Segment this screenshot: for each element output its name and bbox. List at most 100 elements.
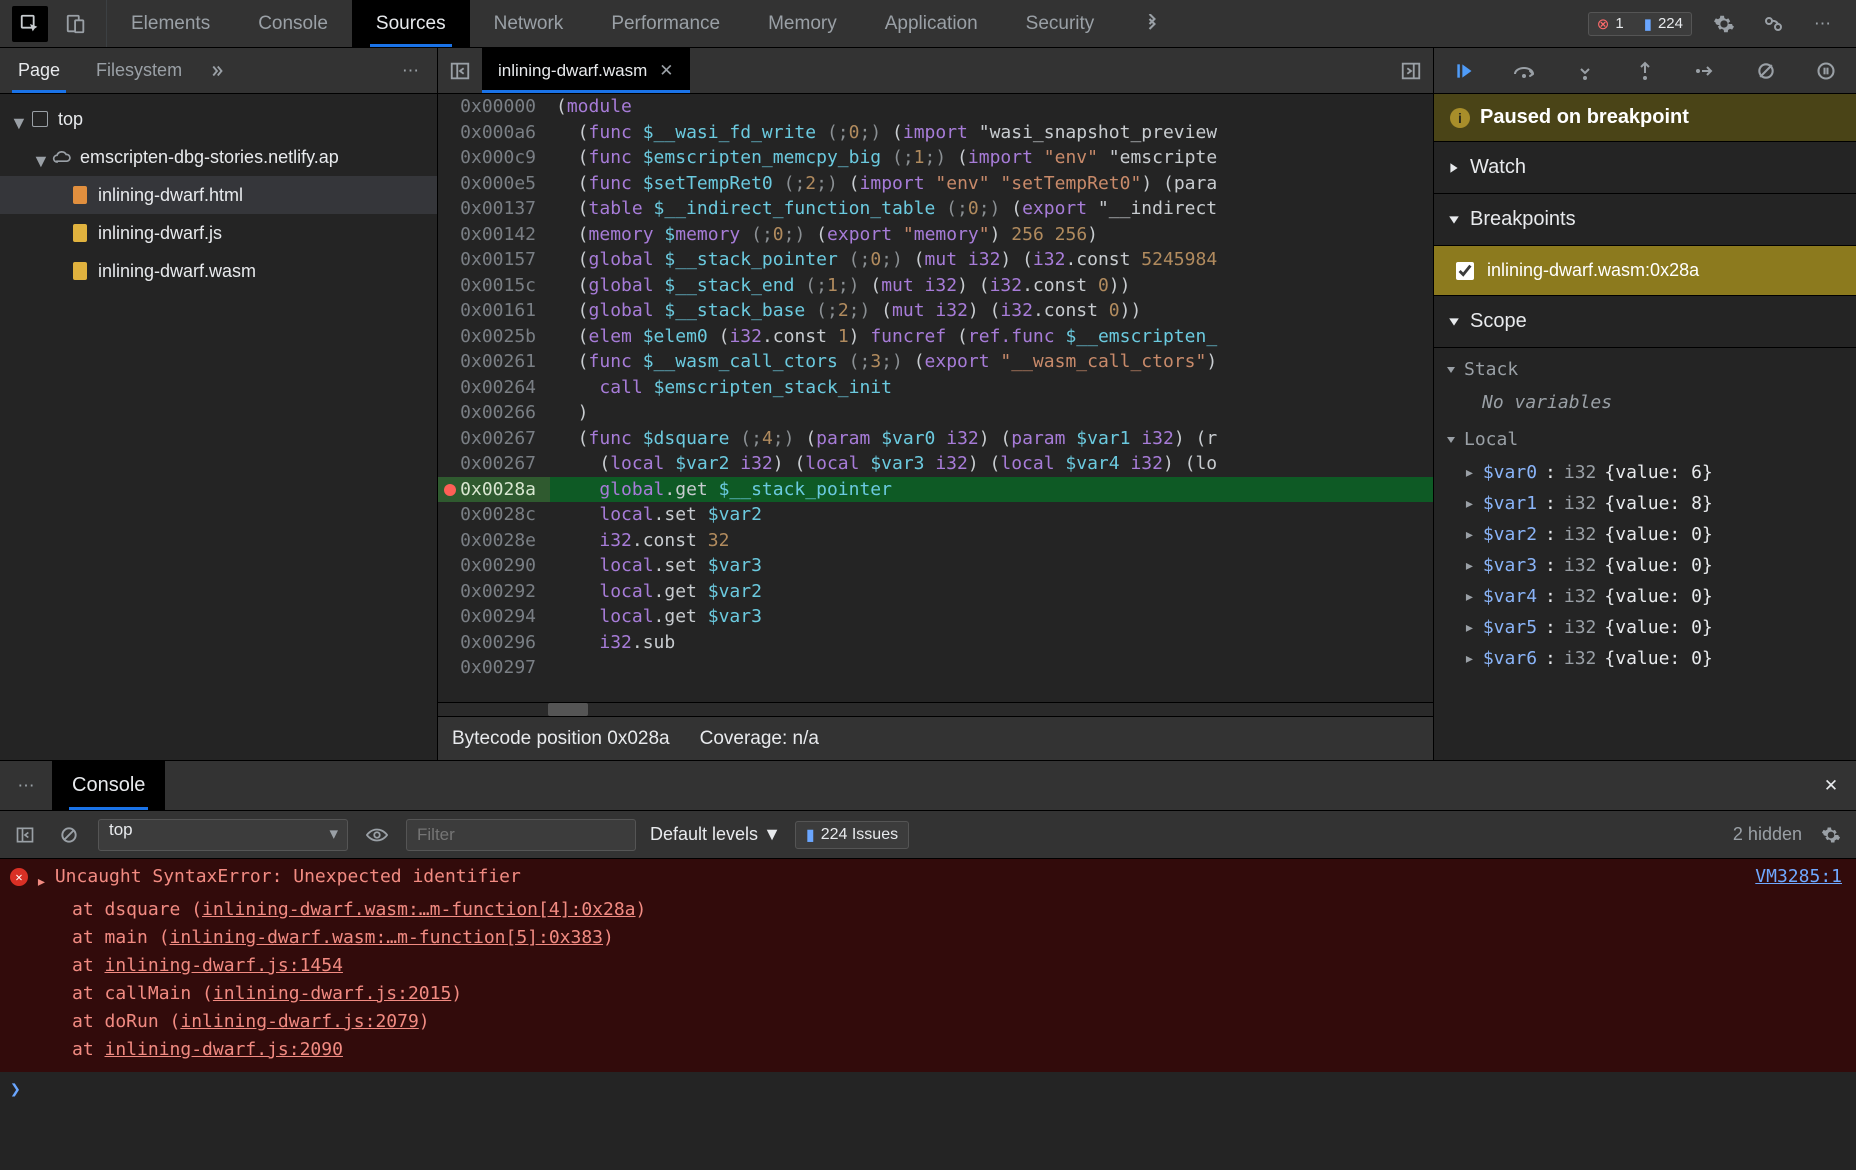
section-scope[interactable]: Scope [1434, 296, 1856, 348]
stack-frame-link[interactable]: inlining-dwarf.js:1454 [105, 955, 343, 976]
tab-overflow-icon[interactable] [1118, 0, 1186, 47]
code-line[interactable]: 0x0028a global.get $__stack_pointer [438, 477, 1433, 503]
customize-icon[interactable] [1756, 6, 1792, 42]
code-line[interactable]: 0x000c9 (func $emscripten_memcpy_big (;1… [438, 145, 1433, 171]
step-into-icon[interactable] [1565, 56, 1605, 86]
error-count-badge[interactable]: ⊗ 1 ▮ 224 [1588, 12, 1692, 36]
code-line[interactable]: 0x00000(module [438, 94, 1433, 120]
context-select[interactable]: top [98, 819, 348, 851]
error-source-link[interactable]: VM3285:1 [1755, 863, 1842, 891]
log-levels-select[interactable]: Default levels ▼ [650, 824, 781, 845]
nav-menu-icon[interactable]: ⋯ [384, 48, 437, 93]
scope-variable[interactable]: ▸$var3: i32 {value: 0} [1434, 550, 1856, 581]
code-line[interactable]: 0x0028c local.set $var2 [438, 502, 1433, 528]
scope-variable[interactable]: ▸$var5: i32 {value: 0} [1434, 612, 1856, 643]
code-line[interactable]: 0x00290 local.set $var3 [438, 553, 1433, 579]
nav-tab-page[interactable]: Page [0, 48, 78, 93]
device-toolbar-icon[interactable] [58, 6, 94, 42]
console-settings-icon[interactable] [1816, 820, 1846, 850]
clear-console-icon[interactable] [54, 820, 84, 850]
toggle-debugger-icon[interactable] [1389, 48, 1433, 93]
scope-stack[interactable]: Stack [1434, 348, 1856, 387]
inspect-element-icon[interactable] [12, 6, 48, 42]
tab-network[interactable]: Network [470, 0, 588, 47]
step-over-icon[interactable] [1504, 56, 1544, 86]
code-line[interactable]: 0x000e5 (func $setTempRet0 (;2;) (import… [438, 171, 1433, 197]
tree-file-html[interactable]: inlining-dwarf.html [0, 176, 437, 214]
code-line[interactable]: 0x0015c (global $__stack_end (;1;) (mut … [438, 273, 1433, 299]
pause-on-exceptions-icon[interactable] [1806, 56, 1846, 86]
scope-local[interactable]: Local [1434, 418, 1856, 457]
nav-tab-overflow-icon[interactable] [208, 48, 226, 93]
code-line[interactable]: 0x0025b (elem $elem0 (i32.const 1) funcr… [438, 324, 1433, 350]
stack-frame-link[interactable]: inlining-dwarf.js:2015 [213, 983, 451, 1004]
tab-performance[interactable]: Performance [587, 0, 744, 47]
breakpoint-checkbox[interactable] [1456, 262, 1474, 280]
code-line[interactable]: 0x00266 ) [438, 400, 1433, 426]
live-expression-icon[interactable] [362, 820, 392, 850]
tree-file-js[interactable]: inlining-dwarf.js [0, 214, 437, 252]
breakpoint-row[interactable]: inlining-dwarf.wasm:0x28a [1434, 246, 1856, 296]
toggle-navigator-icon[interactable] [438, 48, 482, 93]
tab-application[interactable]: Application [861, 0, 1002, 47]
code-line[interactable]: 0x0028e i32.const 32 [438, 528, 1433, 554]
step-icon[interactable] [1685, 56, 1725, 86]
paused-banner: i Paused on breakpoint [1434, 94, 1856, 142]
scope-variable[interactable]: ▸$var4: i32 {value: 0} [1434, 581, 1856, 612]
stack-frame-link[interactable]: inlining-dwarf.js:2079 [180, 1011, 418, 1032]
code-line[interactable]: 0x00264 call $emscripten_stack_init [438, 375, 1433, 401]
horizontal-scrollbar[interactable] [438, 702, 1433, 716]
drawer-menu-icon[interactable]: ⋯ [0, 761, 52, 810]
code-line[interactable]: 0x00297 [438, 655, 1433, 681]
code-line[interactable]: 0x00296 i32.sub [438, 630, 1433, 656]
code-line[interactable]: 0x00294 local.get $var3 [438, 604, 1433, 630]
code-line[interactable]: 0x00267 (func $dsquare (;4;) (param $var… [438, 426, 1433, 452]
stack-frame-link[interactable]: inlining-dwarf.wasm:…m-function[5]:0x383 [170, 927, 603, 948]
step-out-icon[interactable] [1625, 56, 1665, 86]
file-icon [70, 224, 90, 242]
scope-variable[interactable]: ▸$var6: i32 {value: 0} [1434, 643, 1856, 674]
tab-console[interactable]: Console [234, 0, 352, 47]
code-line[interactable]: 0x00157 (global $__stack_pointer (;0;) (… [438, 247, 1433, 273]
tree-file-wasm[interactable]: inlining-dwarf.wasm [0, 252, 437, 290]
expand-icon[interactable]: ▸ [36, 868, 47, 896]
kebab-menu-icon[interactable]: ⋯ [1806, 6, 1842, 42]
deactivate-breakpoints-icon[interactable] [1746, 56, 1786, 86]
tree-top[interactable]: ▼ top [0, 100, 437, 138]
tree-domain[interactable]: ▼ emscripten-dbg-stories.netlify.ap [0, 138, 437, 176]
code-editor[interactable]: 0x00000(module0x000a6 (func $__wasi_fd_w… [438, 94, 1433, 702]
tab-security[interactable]: Security [1002, 0, 1119, 47]
settings-gear-icon[interactable] [1706, 6, 1742, 42]
tab-sources[interactable]: Sources [352, 0, 470, 47]
stack-frame-link[interactable]: inlining-dwarf.wasm:…m-function[4]:0x28a [202, 899, 635, 920]
stack-frame: at callMain (inlining-dwarf.js:2015) [10, 980, 1846, 1008]
close-icon[interactable]: ✕ [659, 61, 673, 81]
resume-icon[interactable] [1444, 56, 1484, 86]
code-line[interactable]: 0x00142 (memory $memory (;0;) (export "m… [438, 222, 1433, 248]
code-line[interactable]: 0x00267 (local $var2 i32) (local $var3 i… [438, 451, 1433, 477]
console-sidebar-icon[interactable] [10, 820, 40, 850]
code-line[interactable]: 0x000a6 (func $__wasi_fd_write (;0;) (im… [438, 120, 1433, 146]
code-line[interactable]: 0x00137 (table $__indirect_function_tabl… [438, 196, 1433, 222]
code-line[interactable]: 0x00292 local.get $var2 [438, 579, 1433, 605]
console-filter-input[interactable] [406, 819, 636, 851]
nav-tab-filesystem[interactable]: Filesystem [78, 48, 200, 93]
close-drawer-icon[interactable]: ✕ [1806, 761, 1856, 810]
console-error[interactable]: ✕ ▸ Uncaught SyntaxError: Unexpected ide… [0, 859, 1856, 1072]
section-watch[interactable]: Watch [1434, 142, 1856, 194]
section-breakpoints[interactable]: Breakpoints [1434, 194, 1856, 246]
scope-variable[interactable]: ▸$var1: i32 {value: 8} [1434, 488, 1856, 519]
console-prompt[interactable]: ❯ [0, 1072, 1856, 1108]
scope-variable[interactable]: ▸$var0: i32 {value: 6} [1434, 457, 1856, 488]
drawer-tab-console[interactable]: Console [52, 761, 165, 810]
stack-frame-link[interactable]: inlining-dwarf.js:2090 [105, 1039, 343, 1060]
scope-variable[interactable]: ▸$var2: i32 {value: 0} [1434, 519, 1856, 550]
issues-badge[interactable]: ▮224 Issues [795, 821, 909, 849]
tab-elements[interactable]: Elements [107, 0, 234, 47]
hidden-messages[interactable]: 2 hidden [1733, 824, 1802, 845]
console-drawer: ⋯ Console ✕ top Default levels ▼ ▮224 Is… [0, 760, 1856, 1170]
code-line[interactable]: 0x00261 (func $__wasm_call_ctors (;3;) (… [438, 349, 1433, 375]
editor-tab[interactable]: inlining-dwarf.wasm ✕ [482, 48, 690, 93]
tab-memory[interactable]: Memory [744, 0, 861, 47]
code-line[interactable]: 0x00161 (global $__stack_base (;2;) (mut… [438, 298, 1433, 324]
